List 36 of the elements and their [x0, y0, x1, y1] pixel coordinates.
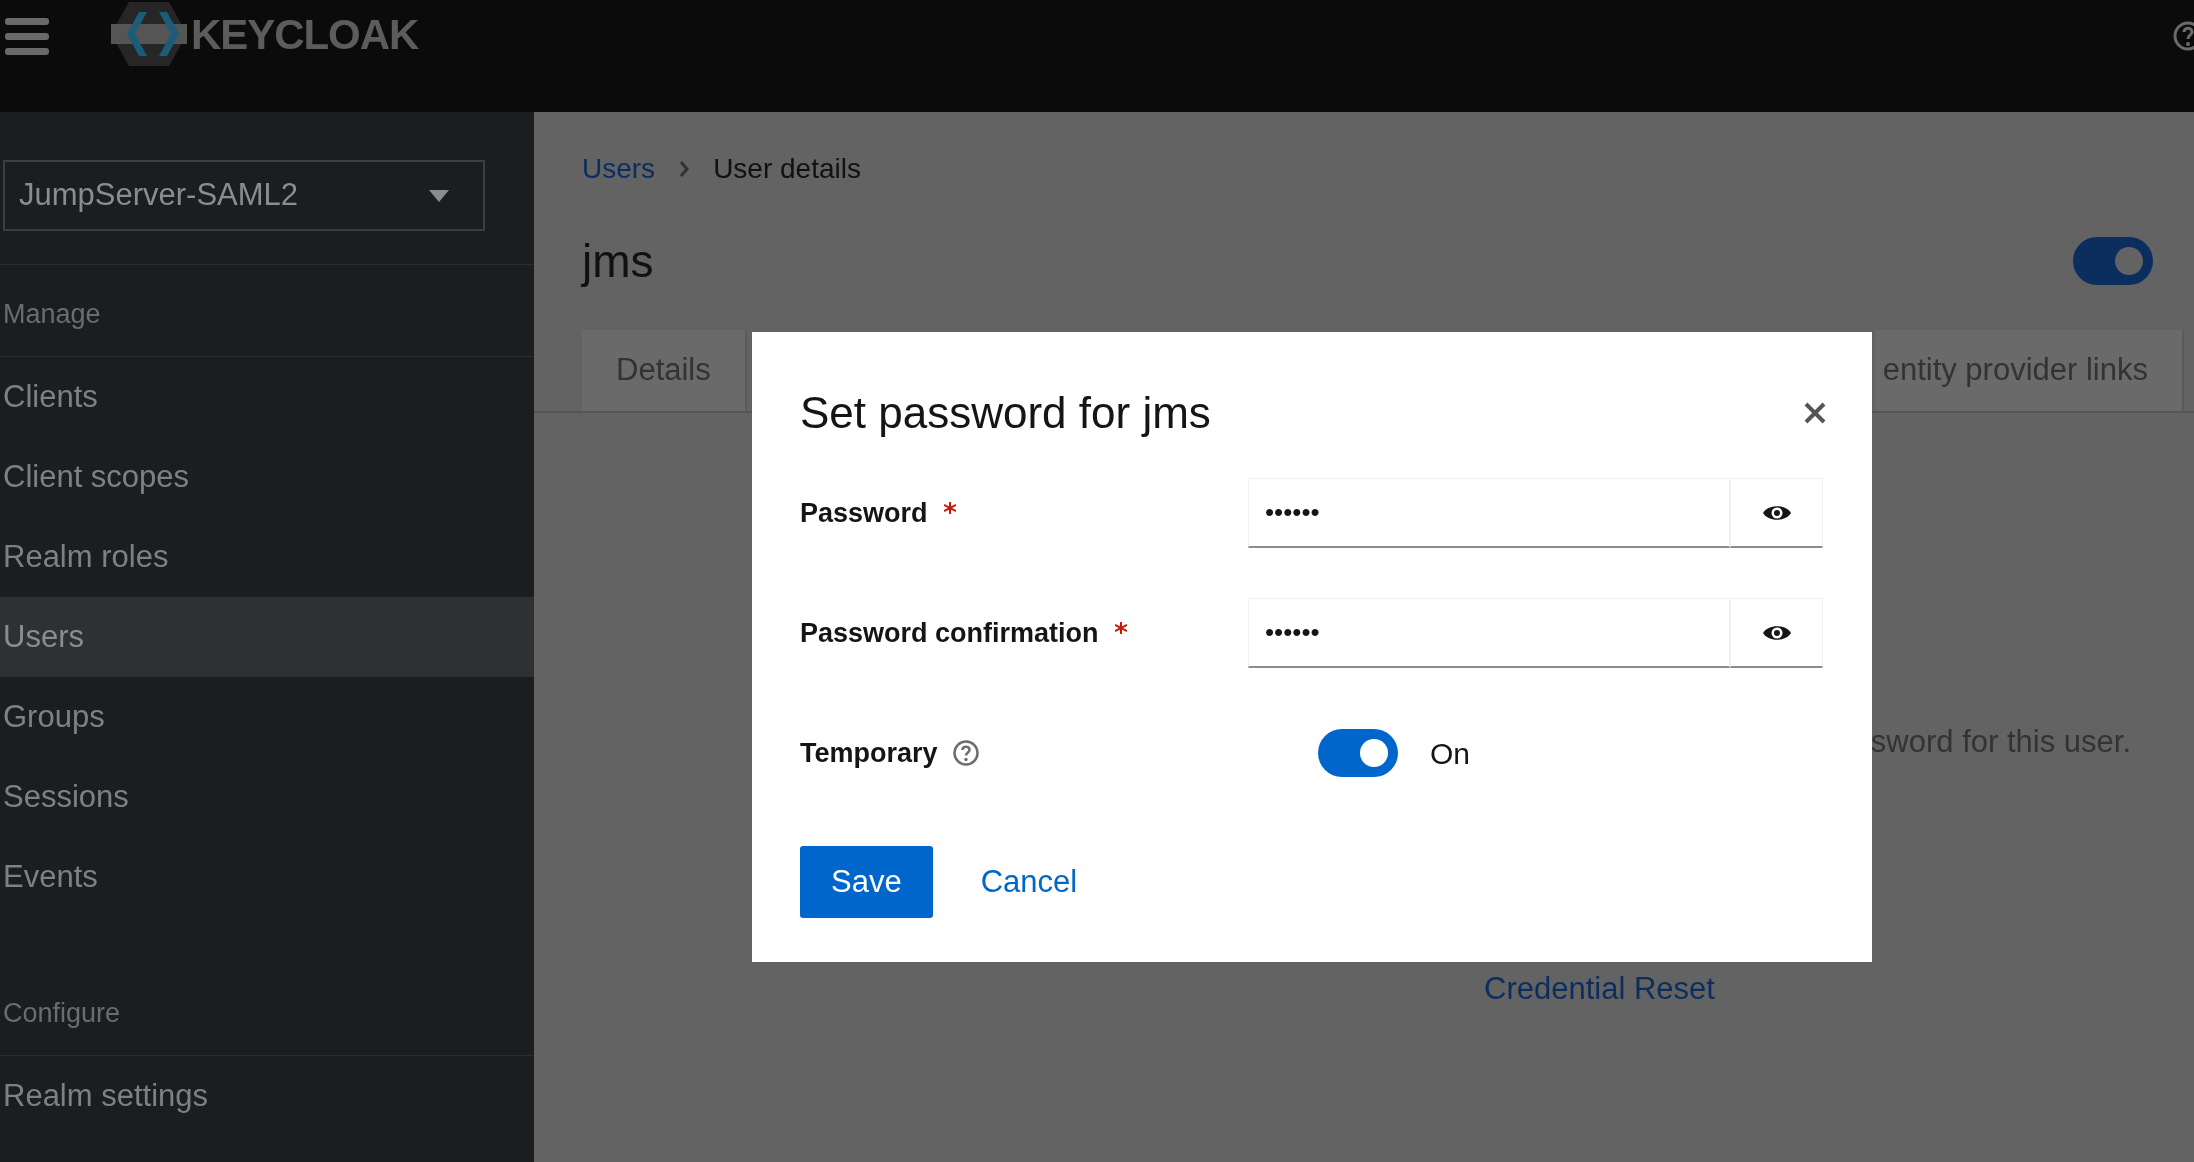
nav-item[interactable]: Groups [0, 677, 534, 757]
show-password-button[interactable] [1730, 478, 1823, 548]
menu-icon[interactable] [5, 18, 49, 56]
tab[interactable]: entity provider links [1874, 330, 2184, 411]
help-icon[interactable] [951, 739, 980, 767]
breadcrumb-link[interactable]: Users [582, 148, 656, 190]
tab[interactable]: Details [582, 330, 747, 411]
cancel-button[interactable]: Cancel [966, 846, 1092, 918]
caret-icon [429, 189, 449, 202]
field-label: Temporary [800, 736, 938, 770]
nav-item[interactable]: Events [0, 837, 534, 917]
nav-item[interactable]: Users [0, 597, 534, 677]
logo-icon [111, 2, 187, 66]
save-button[interactable]: Save [800, 846, 933, 918]
realm-selector[interactable]: JumpServer-SAML2 [3, 160, 485, 231]
nav-item[interactable]: Client scopes [0, 437, 534, 517]
password-field[interactable]: •••••• [1248, 598, 1730, 668]
dialog-title: Set password for jms [800, 387, 1211, 439]
nav-item[interactable]: Clients [0, 357, 534, 437]
nav-section-heading: Configure [3, 996, 121, 1030]
chevron-icon [679, 161, 690, 177]
user-name-heading: jms [582, 233, 654, 289]
credential-reset-link[interactable]: Credential Reset [1484, 970, 1715, 1006]
nav-item[interactable]: Sessions [0, 757, 534, 837]
field-label: Password confirmation [800, 616, 1099, 650]
nav-item[interactable]: Realm roles [0, 517, 534, 597]
toggle-switch[interactable] [2073, 237, 2153, 285]
toggle-state-label: On [1430, 735, 1471, 772]
toggle-switch[interactable] [1318, 729, 1398, 777]
breadcrumb-current: User details [713, 152, 861, 186]
show-password-button[interactable] [1730, 598, 1823, 668]
password-field[interactable]: •••••• [1248, 478, 1730, 548]
nav-item[interactable]: Realm settings [0, 1056, 534, 1136]
nav-section-heading: Manage [3, 297, 101, 331]
field-label: Password [800, 496, 928, 530]
close-icon[interactable] [1804, 402, 1826, 424]
